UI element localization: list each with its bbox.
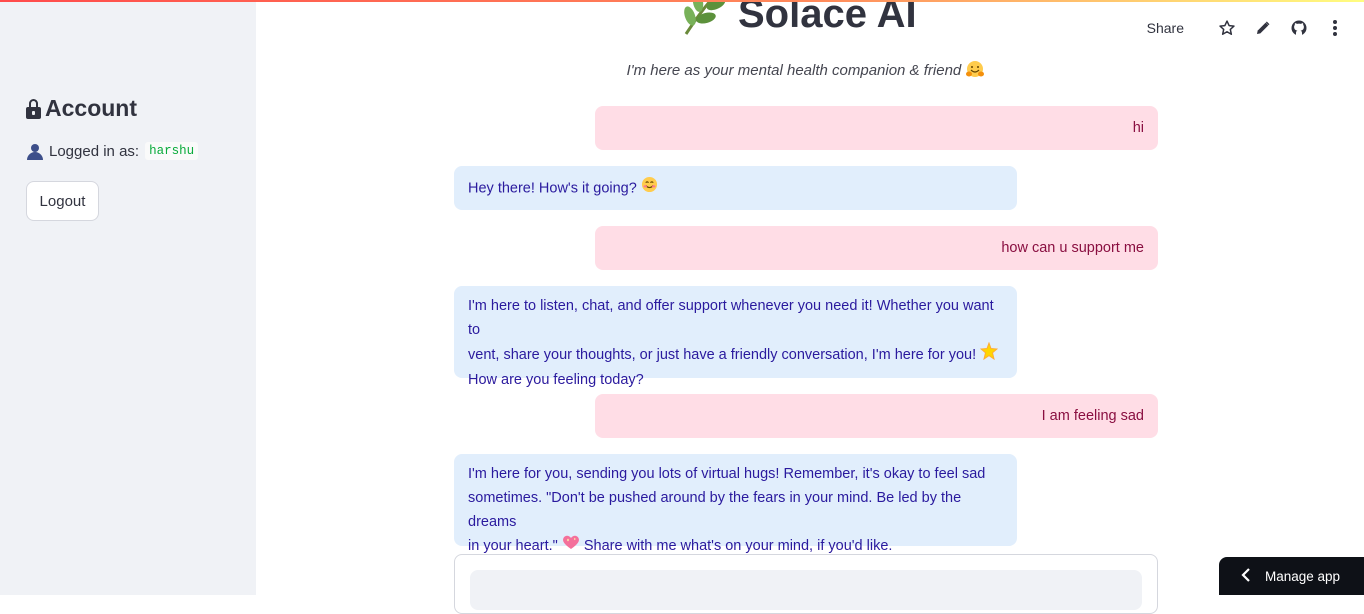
subtitle-text: I'm here as your mental health companion… — [626, 61, 962, 79]
chat-input-container — [454, 554, 1158, 614]
user-message-text: how can u support me — [1001, 240, 1144, 256]
hugging-face-emoji — [965, 60, 985, 82]
top-toolbar: Share — [1147, 17, 1346, 39]
chat-input[interactable] — [470, 570, 1142, 610]
manage-app-label: Manage app — [1265, 568, 1341, 584]
user-message: how can u support me — [595, 226, 1158, 270]
user-message: I am feeling sad — [595, 394, 1158, 438]
star-icon[interactable] — [1216, 17, 1238, 39]
assistant-message-line: vent, share your thoughts, or just have … — [468, 341, 1003, 368]
pencil-icon[interactable] — [1252, 17, 1274, 39]
assistant-message: I'm here to listen, chat, and offer supp… — [454, 286, 1017, 388]
share-button[interactable]: Share — [1147, 20, 1184, 36]
assistant-message-text: Share with me what's on your mind, if yo… — [583, 538, 893, 554]
github-icon[interactable] — [1288, 17, 1310, 39]
account-heading-text: Account — [45, 95, 137, 121]
assistant-message-line: sometimes. "Don't be pushed around by th… — [468, 490, 962, 530]
account-heading: Account — [26, 95, 137, 122]
subtitle: I'm here as your mental health companion… — [455, 60, 1157, 82]
assistant-message: Hey there! How's it going? — [454, 166, 1017, 210]
user-message-text: hi — [1132, 120, 1144, 136]
lock-icon — [26, 98, 41, 119]
user-message: hi — [595, 106, 1158, 150]
assistant-message: I'm here for you, sending you lots of vi… — [454, 454, 1017, 554]
username: harshu — [145, 142, 199, 160]
app-title: Solace AI — [676, 0, 917, 41]
smiling-face-emoji — [641, 176, 658, 201]
sidebar: Account Logged in as: harshu Logout — [0, 0, 256, 595]
logout-button[interactable]: Logout — [26, 181, 99, 221]
more-vert-icon[interactable] — [1324, 17, 1346, 39]
logged-in-row: Logged in as: harshu — [26, 142, 199, 160]
assistant-message-text: vent, share your thoughts, or just have … — [468, 346, 977, 363]
logged-in-label: Logged in as: — [49, 142, 140, 160]
manage-app-button[interactable]: Manage app — [1219, 557, 1364, 595]
top-decoration-bar — [0, 0, 1364, 2]
glowing-star-emoji — [979, 341, 999, 368]
assistant-message-line: I'm here to listen, chat, and offer supp… — [468, 298, 994, 338]
user-message-text: I am feeling sad — [1041, 408, 1144, 424]
herb-icon — [676, 0, 728, 41]
app-title-text: Solace AI — [738, 0, 917, 36]
assistant-message-text: in your heart." — [468, 538, 558, 554]
assistant-message-text: Hey there! How's it going? — [468, 180, 637, 197]
person-icon — [26, 143, 43, 160]
assistant-message-line: How are you feeling today? — [468, 372, 644, 388]
assistant-message-line: I'm here for you, sending you lots of vi… — [468, 466, 986, 482]
chevron-left-icon — [1241, 567, 1251, 585]
